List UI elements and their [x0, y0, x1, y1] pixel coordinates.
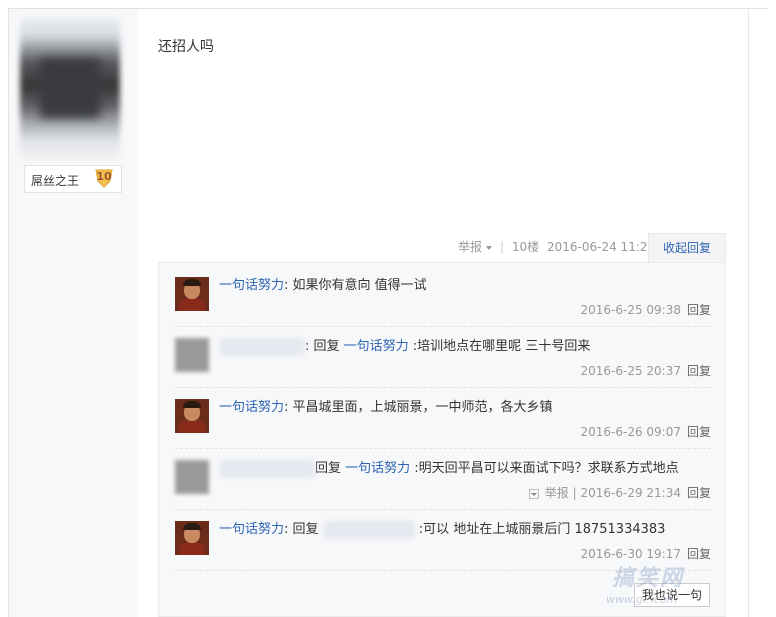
frame-right-border — [748, 8, 749, 617]
divider — [175, 448, 711, 450]
reply-username-blurred[interactable] — [219, 460, 315, 478]
dropdown-icon[interactable] — [528, 488, 539, 499]
reply-text: 一句话努力: 回复 :可以 地址在上城丽景后门 18751334383 — [219, 521, 666, 539]
reply-target-username[interactable]: 一句话努力 — [344, 339, 409, 354]
reply-meta: 2016-6-26 09:07 回复 — [580, 423, 711, 440]
reply-time: 2016-6-29 21:34 — [580, 486, 681, 500]
divider — [175, 387, 711, 389]
divider — [175, 509, 711, 511]
reply-time: 2016-6-25 20:37 — [580, 364, 681, 378]
reply-meta: 2016-6-25 20:37 回复 — [580, 362, 711, 379]
reply-username[interactable]: 一句话努力 — [219, 400, 284, 415]
reply-item: 一句话努力: 如果你有意向 值得一试 2016-6-25 09:38 回复 — [175, 277, 711, 323]
avatar[interactable] — [175, 277, 209, 311]
reply-item: : 回复 一句话努力 :培训地点在哪里呢 三十号回来 2016-6-25 20:… — [175, 338, 711, 384]
reply-item: 一句话努力: 平昌城里面，上城丽景，一中师范，各大乡镇 2016-6-26 09… — [175, 399, 711, 445]
author-name[interactable]: 屌丝之王 — [31, 172, 79, 189]
reply-button[interactable]: 回复 — [687, 486, 711, 500]
reply-meta: 2016-6-25 09:38 回复 — [580, 301, 711, 318]
reply-text: 一句话努力: 如果你有意向 值得一试 — [219, 278, 427, 293]
reply-time: 2016-6-30 19:17 — [580, 547, 681, 561]
reply-button[interactable]: 回复 — [687, 425, 711, 439]
reply-content: 如果你有意向 值得一试 — [288, 278, 427, 293]
reply-username[interactable]: 一句话努力 — [219, 522, 284, 537]
author-avatar[interactable] — [20, 18, 120, 160]
reply-content: :培训地点在哪里呢 三十号回来 — [408, 339, 591, 354]
report-button[interactable]: 举报 | — [545, 486, 581, 500]
reply-button[interactable]: 回复 — [687, 364, 711, 378]
reply-username-blurred[interactable] — [219, 338, 305, 356]
reply-content: 平昌城里面，上城丽景，一中师范，各大乡镇 — [288, 400, 553, 415]
post-content: 还招人吗 — [158, 39, 214, 55]
post-timestamp: 2016-06-24 11:26 — [547, 240, 656, 254]
reply-target-blurred[interactable] — [322, 521, 415, 539]
level-badge-icon: 10 — [93, 168, 115, 188]
reply-text: 回复 一句话努力 :明天回平昌可以来面试下吗？求联系方式地点 — [219, 460, 679, 478]
reply-button[interactable]: 回复 — [687, 547, 711, 561]
level-number: 10 — [96, 170, 112, 183]
reply-target-username[interactable]: 一句话努力 — [345, 461, 410, 476]
avatar[interactable] — [175, 399, 209, 433]
avatar[interactable] — [175, 338, 209, 372]
reply-meta: 举报 | 2016-6-29 21:34 回复 — [528, 484, 711, 501]
reply-content: :明天回平昌可以来面试下吗？求联系方式地点 — [410, 461, 679, 476]
reply-time: 2016-6-26 09:07 — [580, 425, 681, 439]
avatar[interactable] — [175, 460, 209, 494]
reply-text: 一句话努力: 平昌城里面，上城丽景，一中师范，各大乡镇 — [219, 400, 553, 415]
report-button[interactable]: 举报 — [458, 240, 496, 254]
divider — [175, 326, 711, 328]
watermark-url: www.g…com — [606, 593, 678, 606]
reply-button[interactable]: 回复 — [687, 303, 711, 317]
avatar[interactable] — [175, 521, 209, 555]
reply-item: 回复 一句话努力 :明天回平昌可以来面试下吗？求联系方式地点 举报 | 2016… — [175, 460, 711, 506]
chevron-down-icon — [486, 245, 493, 250]
collapse-replies-button[interactable]: 收起回复 — [648, 233, 726, 263]
reply-content: :可以 地址在上城丽景后门 18751334383 — [414, 522, 666, 537]
reply-time: 2016-6-25 09:38 — [580, 303, 681, 317]
author-badge[interactable]: 屌丝之王 10 — [24, 165, 122, 193]
floor-number: 10楼 — [511, 240, 540, 254]
watermark: 搞笑网 — [612, 566, 685, 591]
post-meta: 举报 | 10楼 2016-06-24 11:26 — [458, 240, 656, 254]
reply-text: : 回复 一句话努力 :培训地点在哪里呢 三十号回来 — [219, 338, 590, 356]
reply-username[interactable]: 一句话努力 — [219, 278, 284, 293]
